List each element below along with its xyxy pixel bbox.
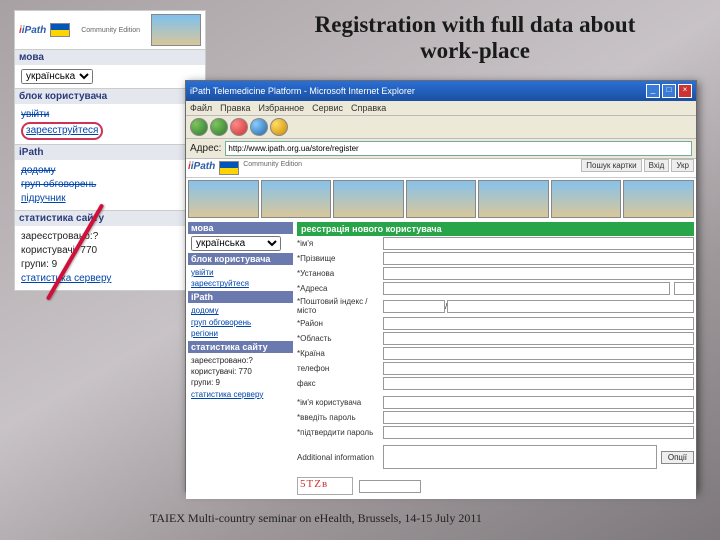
label-district: *Район bbox=[297, 319, 383, 328]
header-thumb-icon bbox=[151, 14, 201, 46]
label-confirm: *підтвердити пароль bbox=[297, 428, 383, 437]
register-link-highlighted[interactable]: зареєструйтеся bbox=[21, 122, 103, 140]
captcha-image: 5TZв bbox=[297, 477, 353, 495]
input-firstname[interactable] bbox=[383, 237, 694, 250]
banner-image-icon bbox=[188, 180, 259, 218]
top-nav[interactable]: Пошук карткиВхідУкр bbox=[579, 161, 694, 175]
ukraine-flag-icon bbox=[50, 23, 70, 37]
input-country[interactable] bbox=[383, 347, 694, 360]
browser-menubar[interactable]: ФайлПравкаИзбранноеСервисСправка bbox=[186, 101, 696, 116]
login-link[interactable]: увійти bbox=[21, 108, 199, 122]
options-button[interactable]: Опції bbox=[661, 451, 694, 464]
close-icon[interactable]: × bbox=[678, 84, 692, 98]
banner-image-icon bbox=[623, 180, 694, 218]
label-zipcity: *Поштовий індекс / місто bbox=[297, 297, 383, 315]
input-phone[interactable] bbox=[383, 362, 694, 375]
back-icon[interactable] bbox=[190, 118, 208, 136]
label-username: *ім'я користувача bbox=[297, 398, 383, 407]
input-region[interactable] bbox=[383, 332, 694, 345]
banner-image-icon bbox=[406, 180, 477, 218]
slide-title: Registration with full data about work-p… bbox=[290, 12, 660, 65]
label-fax: факс bbox=[297, 379, 383, 388]
forward-icon[interactable] bbox=[210, 118, 228, 136]
page-flag-icon bbox=[219, 161, 239, 175]
s-login-link[interactable]: увійти bbox=[191, 267, 290, 278]
input-institution[interactable] bbox=[383, 267, 694, 280]
stats-users: користувачі: 770 bbox=[21, 244, 199, 258]
ipath-header: iPath bbox=[15, 144, 205, 160]
s-stats1: зареєстровано:? bbox=[191, 355, 290, 366]
label-address: *Адреса bbox=[297, 284, 383, 293]
lang-select[interactable]: українська bbox=[21, 69, 93, 84]
label-country: *Країна bbox=[297, 349, 383, 358]
minimize-icon[interactable]: _ bbox=[646, 84, 660, 98]
input-district[interactable] bbox=[383, 317, 694, 330]
label-additional: Additional information bbox=[297, 453, 383, 462]
label-institution: *Установа bbox=[297, 269, 383, 278]
input-password[interactable] bbox=[383, 411, 694, 424]
input-city[interactable] bbox=[447, 300, 694, 313]
input-additional[interactable] bbox=[383, 445, 657, 469]
window-titlebar: iPath Telemedicine Platform - Microsoft … bbox=[186, 81, 696, 101]
s-user-header: блок користувача bbox=[188, 253, 293, 265]
page-content: iiPath Community Edition Пошук карткиВхі… bbox=[186, 159, 696, 499]
page-logo: iiPath bbox=[188, 161, 215, 175]
registration-form: реєстрація нового користувача *ім'я *Прі… bbox=[295, 220, 696, 499]
s-stats3: групи: 9 bbox=[191, 377, 290, 388]
s-stats-header: статистика сайту bbox=[188, 341, 293, 353]
home-link[interactable]: додому bbox=[21, 164, 199, 178]
banner-image-icon bbox=[333, 180, 404, 218]
banner-image-icon bbox=[261, 180, 332, 218]
input-captcha[interactable] bbox=[359, 480, 421, 493]
input-address-num[interactable] bbox=[674, 282, 694, 295]
s-statslink[interactable]: статистика серверу bbox=[191, 389, 290, 400]
address-label: Адрес: bbox=[190, 143, 221, 154]
s-regions-link[interactable]: регіони bbox=[191, 328, 290, 339]
window-title: iPath Telemedicine Platform - Microsoft … bbox=[190, 86, 415, 96]
address-input[interactable] bbox=[225, 141, 692, 156]
label-region: *Область bbox=[297, 334, 383, 343]
input-confirm[interactable] bbox=[383, 426, 694, 439]
lang-header: мова bbox=[15, 49, 205, 65]
page-edition-label: Community Edition bbox=[243, 161, 302, 175]
ipath-logo: iiPath bbox=[19, 25, 46, 36]
label-lastname: *Прізвище bbox=[297, 254, 383, 263]
slide-footer: TAIEX Multi-country seminar on eHealth, … bbox=[150, 511, 482, 526]
input-fax[interactable] bbox=[383, 377, 694, 390]
stats-registered: зареєстровано:? bbox=[21, 230, 199, 244]
input-zip[interactable] bbox=[383, 300, 445, 313]
docs-link[interactable]: підручник bbox=[21, 192, 199, 206]
stats-groups: групи: 9 bbox=[21, 258, 199, 272]
s-stats2: користувачі: 770 bbox=[191, 366, 290, 377]
input-address[interactable] bbox=[383, 282, 670, 295]
form-header: реєстрація нового користувача bbox=[297, 222, 694, 236]
banner-image-icon bbox=[478, 180, 549, 218]
s-lang-select[interactable]: українська bbox=[191, 236, 281, 251]
sidebar: мова українська блок користувача увійти … bbox=[186, 220, 295, 499]
label-password: *введіть пароль bbox=[297, 413, 383, 422]
left-panel: iiPath Community Edition мова українська… bbox=[14, 10, 206, 291]
s-register-link[interactable]: зареєструйтеся bbox=[191, 278, 290, 289]
s-home-link[interactable]: додому bbox=[191, 305, 290, 316]
groups-link[interactable]: груп обговорень bbox=[21, 178, 199, 192]
s-lang-header: мова bbox=[188, 222, 293, 234]
userblock-header: блок користувача bbox=[15, 88, 205, 104]
s-groups-link[interactable]: груп обговорень bbox=[191, 317, 290, 328]
label-phone: телефон bbox=[297, 364, 383, 373]
maximize-icon[interactable]: □ bbox=[662, 84, 676, 98]
banner-image-icon bbox=[551, 180, 622, 218]
s-ipath-header: iPath bbox=[188, 291, 293, 303]
browser-window: iPath Telemedicine Platform - Microsoft … bbox=[185, 80, 697, 492]
input-username[interactable] bbox=[383, 396, 694, 409]
stats-header: статистика сайту bbox=[15, 210, 205, 226]
input-lastname[interactable] bbox=[383, 252, 694, 265]
label-firstname: *ім'я bbox=[297, 239, 383, 248]
server-stats-link[interactable]: статистика серверу bbox=[21, 272, 199, 286]
refresh-icon[interactable] bbox=[250, 118, 268, 136]
home-icon[interactable] bbox=[270, 118, 288, 136]
stop-icon[interactable] bbox=[230, 118, 248, 136]
edition-label: Community Edition bbox=[81, 27, 140, 34]
browser-toolbar[interactable] bbox=[186, 116, 696, 139]
city-banner bbox=[186, 178, 696, 220]
